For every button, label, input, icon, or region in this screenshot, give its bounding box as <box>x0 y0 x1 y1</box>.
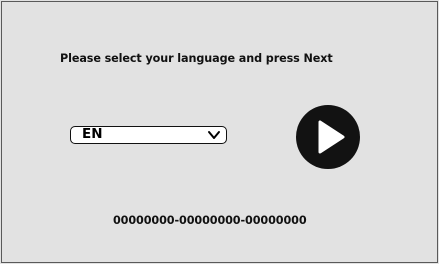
chevron-down-icon <box>208 131 220 139</box>
next-button[interactable] <box>296 105 360 169</box>
selected-language-label: EN <box>82 126 103 142</box>
play-icon <box>318 120 345 154</box>
language-selection-screen: Please select your language and press Ne… <box>1 1 438 263</box>
serial-number-text: 00000000-00000000-00000000 <box>113 214 307 227</box>
instruction-text: Please select your language and press Ne… <box>60 52 333 65</box>
language-dropdown[interactable]: EN <box>70 126 227 144</box>
